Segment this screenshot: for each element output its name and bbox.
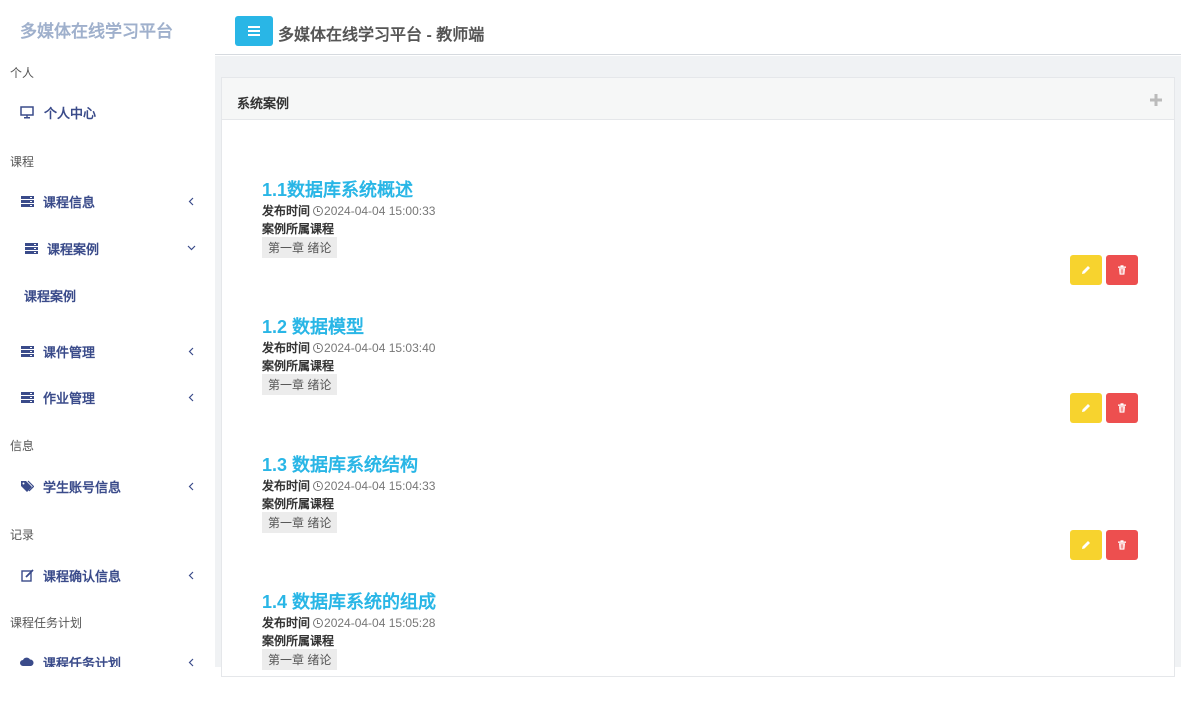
delete-button[interactable] <box>1106 530 1138 560</box>
sidebar-item-course-case[interactable]: 课程案例 <box>0 234 215 262</box>
server-icon <box>24 241 38 255</box>
section-personal: 个人 <box>10 66 35 80</box>
server-icon <box>20 390 34 404</box>
publish-time-value: 2024-04-04 15:04:33 <box>324 479 436 493</box>
main-content: 系统案例 1.1数据库系统概述 发布时间 2024-04-04 15:00:33 … <box>215 56 1181 677</box>
delete-button[interactable] <box>1106 393 1138 423</box>
sidebar-item-label: 学生账号信息 <box>43 479 122 495</box>
sidebar-item-label: 课程确认信息 <box>43 568 122 584</box>
course-label: 案例所属课程 <box>262 222 335 236</box>
sidebar-item-label: 课程任务计划 <box>43 655 122 668</box>
case-course-label: 案例所属课程 <box>262 357 334 374</box>
clock-icon <box>313 481 324 491</box>
clock-icon <box>313 206 324 216</box>
server-icon <box>20 194 34 208</box>
case-item: 1.2 数据模型 发布时间 2024-04-04 15:03:40 案例所属课程 … <box>262 313 1142 433</box>
menu-toggle-button[interactable] <box>235 16 273 46</box>
course-tag: 第一章 绪论 <box>262 237 338 258</box>
course-tag: 第一章 绪论 <box>262 374 338 395</box>
chevron-left-icon <box>186 481 196 491</box>
pencil-icon <box>1081 538 1091 553</box>
brand-title: 多媒体在线学习平台 <box>20 22 173 41</box>
panel-title: 系统案例 <box>237 96 290 111</box>
sidebar-item-homework[interactable]: 作业管理 <box>0 383 215 411</box>
case-title[interactable]: 1.4 数据库系统的组成 <box>262 588 436 614</box>
page-title: 多媒体在线学习平台 - 教师端 <box>278 27 485 44</box>
tags-icon <box>20 479 34 493</box>
sidebar-item-student-accounts[interactable]: 学生账号信息 <box>0 472 215 500</box>
chevron-left-icon <box>186 196 196 206</box>
section-task-plan: 课程任务计划 <box>10 616 83 630</box>
course-label: 案例所属课程 <box>262 634 335 648</box>
clock-icon <box>313 618 324 628</box>
case-item: 1.1数据库系统概述 发布时间 2024-04-04 15:00:33 案例所属课… <box>262 176 1142 296</box>
course-label: 案例所属课程 <box>262 359 335 373</box>
sidebar-item-profile[interactable]: 个人中心 <box>0 98 215 126</box>
case-title[interactable]: 1.2 数据模型 <box>262 313 364 339</box>
cases-panel: 系统案例 1.1数据库系统概述 发布时间 2024-04-04 15:00:33 … <box>221 77 1175 677</box>
case-course-label: 案例所属课程 <box>262 220 334 237</box>
top-header: 多媒体在线学习平台 - 教师端 <box>215 0 1181 55</box>
chevron-left-icon <box>186 392 196 402</box>
cloud-icon <box>20 655 34 667</box>
publish-time-value: 2024-04-04 15:00:33 <box>324 204 436 218</box>
publish-time-label: 发布时间 <box>262 341 311 355</box>
chevron-left-icon <box>186 657 196 667</box>
sidebar-subitem-course-case[interactable]: 课程案例 <box>24 286 76 305</box>
sidebar-item-label: 课程案例 <box>47 241 100 257</box>
case-course-label: 案例所属课程 <box>262 495 334 512</box>
panel-header: 系统案例 <box>222 78 1174 120</box>
trash-icon <box>1117 263 1127 278</box>
hamburger-icon <box>248 24 260 39</box>
monitor-icon <box>20 105 34 119</box>
sidebar-item-course-confirm[interactable]: 课程确认信息 <box>0 561 215 589</box>
case-publish-time: 发布时间 2024-04-04 15:05:28 <box>262 614 435 631</box>
publish-time-value: 2024-04-04 15:05:28 <box>324 616 436 630</box>
case-title[interactable]: 1.1数据库系统概述 <box>262 176 413 202</box>
publish-time-value: 2024-04-04 15:03:40 <box>324 341 436 355</box>
section-info: 信息 <box>10 439 35 453</box>
chevron-left-icon <box>186 570 196 580</box>
case-course-label: 案例所属课程 <box>262 632 334 649</box>
case-item: 1.3 数据库系统结构 发布时间 2024-04-04 15:04:33 案例所属… <box>262 451 1142 571</box>
publish-time-label: 发布时间 <box>262 616 311 630</box>
sidebar-item-label: 课件管理 <box>43 344 96 360</box>
sidebar-item-label: 作业管理 <box>43 390 96 406</box>
trash-icon <box>1117 401 1127 416</box>
chevron-down-icon <box>186 243 196 253</box>
trash-icon <box>1117 538 1127 553</box>
case-publish-time: 发布时间 2024-04-04 15:04:33 <box>262 477 435 494</box>
pencil-icon <box>1081 401 1091 416</box>
case-publish-time: 发布时间 2024-04-04 15:00:33 <box>262 202 435 219</box>
course-label: 案例所属课程 <box>262 497 335 511</box>
sidebar-item-label: 课程信息 <box>43 194 96 210</box>
delete-button[interactable] <box>1106 255 1138 285</box>
case-title[interactable]: 1.3 数据库系统结构 <box>262 451 418 477</box>
plus-icon[interactable] <box>1150 93 1162 106</box>
section-course: 课程 <box>10 155 35 169</box>
edit-button[interactable] <box>1070 393 1102 423</box>
sidebar-item-label: 个人中心 <box>44 105 97 121</box>
course-tag: 第一章 绪论 <box>262 512 338 533</box>
chevron-left-icon <box>186 346 196 356</box>
edit-icon <box>20 568 34 582</box>
edit-button[interactable] <box>1070 530 1102 560</box>
sidebar-item-courseware[interactable]: 课件管理 <box>0 337 215 365</box>
sidebar-item-course-info[interactable]: 课程信息 <box>0 187 215 215</box>
sidebar: 多媒体在线学习平台 个人 个人中心 课程 课程信息 课程案例 课程案例 课件管理 <box>0 0 215 667</box>
pencil-icon <box>1081 263 1091 278</box>
publish-time-label: 发布时间 <box>262 479 311 493</box>
case-item: 1.4 数据库系统的组成 发布时间 2024-04-04 15:05:28 案例所… <box>262 588 1142 708</box>
edit-button[interactable] <box>1070 255 1102 285</box>
sidebar-item-task-plan[interactable]: 课程任务计划 <box>0 648 215 667</box>
section-records: 记录 <box>10 528 35 542</box>
publish-time-label: 发布时间 <box>262 204 311 218</box>
server-icon <box>20 344 34 358</box>
clock-icon <box>313 343 324 353</box>
case-publish-time: 发布时间 2024-04-04 15:03:40 <box>262 339 435 356</box>
